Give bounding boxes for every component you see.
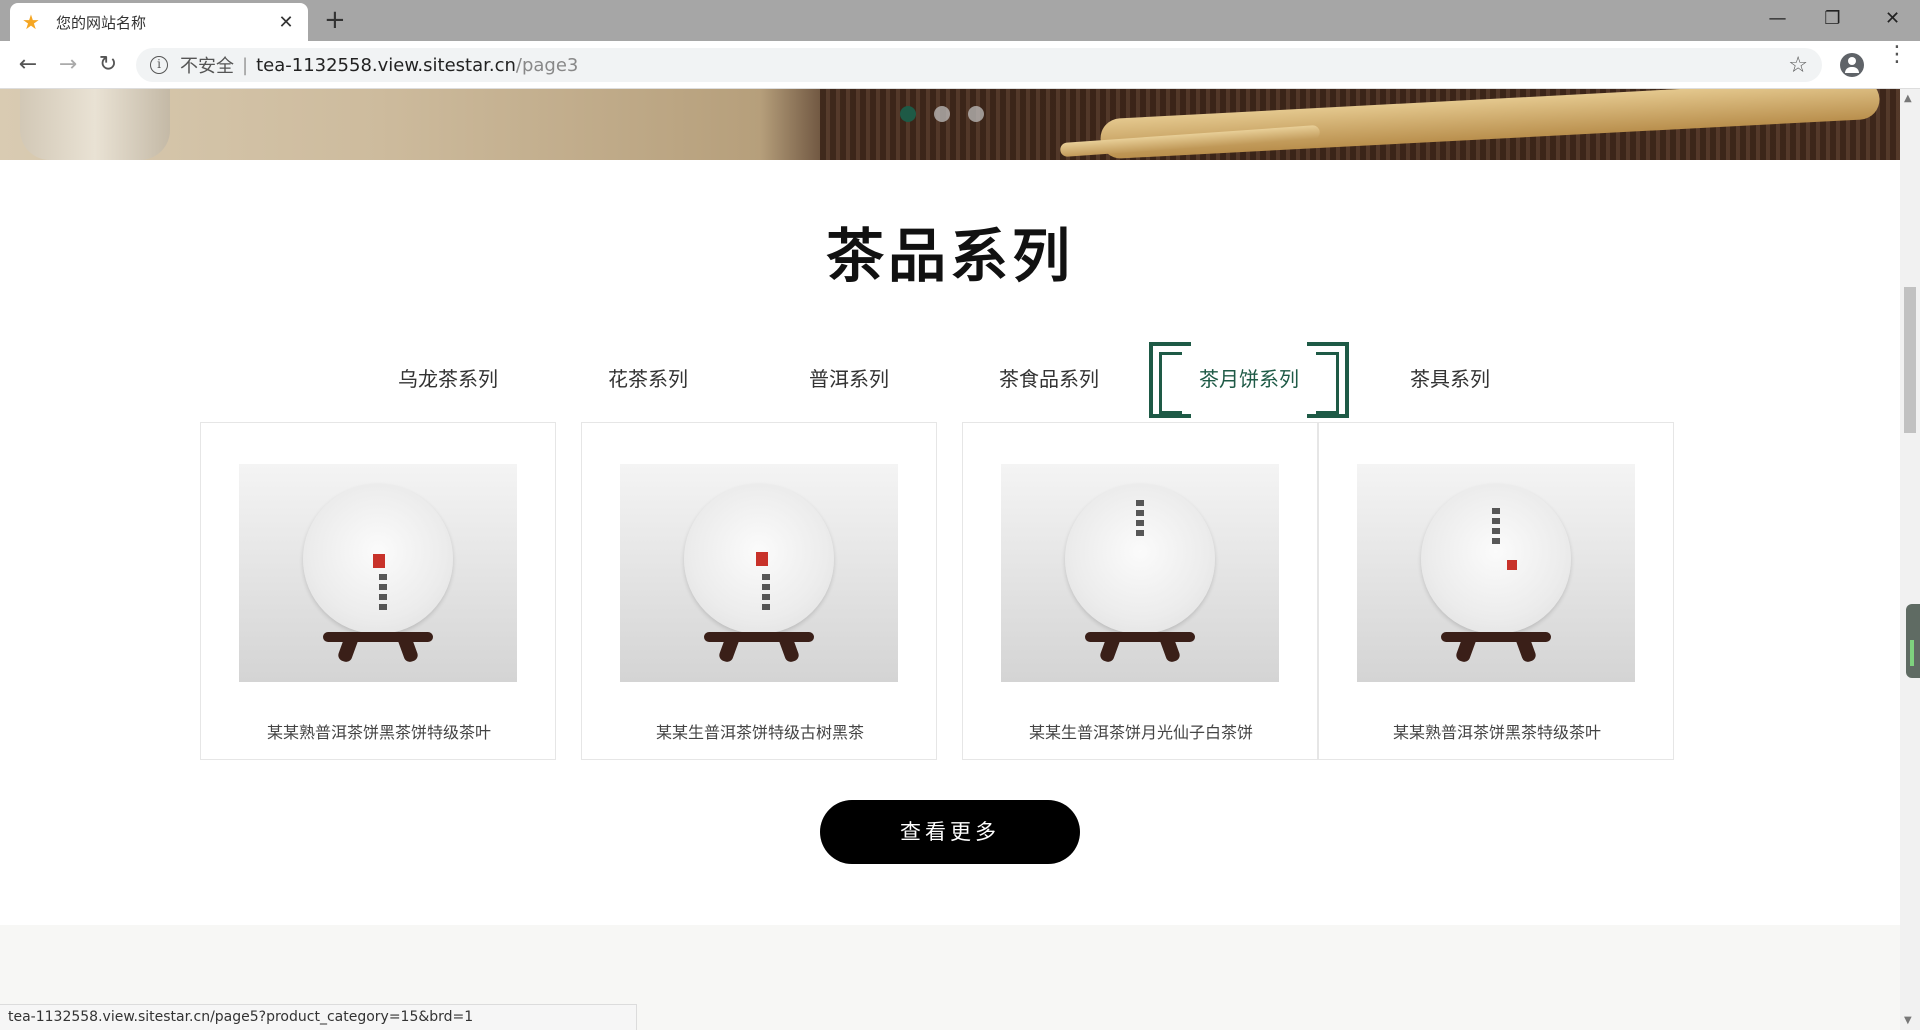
product-card[interactable]: 某某生普洱茶饼特级古树黑茶 [581, 422, 937, 760]
tea-cake-image [1421, 484, 1571, 634]
tab-flower-tea[interactable]: 花茶系列 [548, 339, 748, 419]
red-seal-icon [1507, 560, 1517, 570]
wooden-stand-image [323, 614, 433, 664]
tab-close-icon[interactable]: ✕ [276, 12, 296, 33]
new-tab-button[interactable]: + [324, 6, 346, 34]
browser-tab-strip: ★ 您的网站名称 ✕ + — ❐ ✕ [0, 0, 1920, 41]
profile-avatar-icon[interactable] [1840, 53, 1864, 77]
wooden-stand-image [704, 614, 814, 664]
reload-button[interactable]: ↻ [92, 49, 124, 81]
url-host: tea-1132558.view.sitestar.cn [256, 54, 516, 76]
restore-button[interactable]: ❐ [1805, 0, 1860, 41]
product-name[interactable]: 某某熟普洱茶饼黑茶饼特级茶叶 [201, 719, 557, 743]
lattice-frame-left-icon [1149, 342, 1191, 418]
calligraphy-label-icon [379, 574, 387, 614]
tea-cup-image [20, 89, 170, 160]
product-image[interactable] [239, 464, 517, 682]
minimize-button[interactable]: — [1750, 0, 1805, 41]
carousel-dots [900, 106, 984, 122]
browser-menu-icon[interactable]: ⋮ [1886, 44, 1908, 66]
tab-teaware[interactable]: 茶具系列 [1350, 339, 1550, 419]
product-image[interactable] [1357, 464, 1635, 682]
product-image[interactable] [620, 464, 898, 682]
product-name[interactable]: 某某生普洱茶饼月光仙子白茶饼 [963, 719, 1319, 743]
product-card[interactable]: 某某熟普洱茶饼黑茶饼特级茶叶 [200, 422, 556, 760]
back-button[interactable]: ← [12, 49, 44, 81]
tab-puer[interactable]: 普洱系列 [749, 339, 949, 419]
product-card[interactable]: 某某生普洱茶饼月光仙子白茶饼 [962, 422, 1318, 760]
forward-button[interactable]: → [52, 49, 84, 81]
tab-tea-mooncake[interactable]: 茶月饼系列 [1149, 339, 1349, 419]
browser-tab[interactable]: ★ 您的网站名称 ✕ [10, 3, 308, 41]
scroll-up-arrow-icon[interactable]: ▲ [1904, 93, 1912, 104]
carousel-dot-3[interactable] [968, 106, 984, 122]
bookmark-star-icon[interactable]: ☆ [1788, 53, 1808, 78]
calligraphy-label-icon [1136, 500, 1144, 540]
carousel-dot-2[interactable] [934, 106, 950, 122]
scrollbar-thumb[interactable] [1904, 287, 1916, 433]
tab-tea-mooncake-label: 茶月饼系列 [1199, 367, 1299, 391]
tab-oolong[interactable]: 乌龙茶系列 [348, 339, 548, 419]
window-close-button[interactable]: ✕ [1865, 0, 1920, 41]
security-label: 不安全 [180, 56, 234, 77]
favicon-star-icon: ★ [22, 10, 40, 34]
page-scrollbar[interactable]: ▲ ▼ [1900, 89, 1920, 1030]
product-name[interactable]: 某某生普洱茶饼特级古树黑茶 [582, 719, 938, 743]
site-info-icon[interactable]: i [150, 56, 168, 74]
view-more-button[interactable]: 查看更多 [820, 800, 1080, 864]
link-status-bar: tea-1132558.view.sitestar.cn/page5?produ… [0, 1004, 637, 1030]
red-seal-icon [756, 552, 768, 566]
lattice-frame-right-icon [1307, 342, 1349, 418]
product-card[interactable]: 某某熟普洱茶饼黑茶特级茶叶 [1318, 422, 1674, 760]
section-title: 茶品系列 [825, 222, 1074, 290]
browser-toolbar: ← → ↻ i 不安全 | tea-1132558.view.sitestar.… [0, 41, 1920, 89]
calligraphy-label-icon [762, 574, 770, 614]
address-separator: | [242, 54, 249, 76]
address-bar[interactable]: i 不安全 | tea-1132558.view.sitestar.cn/pag… [136, 48, 1822, 82]
product-image[interactable] [1001, 464, 1279, 682]
category-tabs: 乌龙茶系列 花茶系列 普洱系列 茶食品系列 茶月饼系列 茶具系列 [0, 339, 1900, 419]
product-grid: 某某熟普洱茶饼黑茶饼特级茶叶 某某生普洱茶饼特级古树黑茶 某某生普洱茶饼月光仙子… [200, 422, 1674, 760]
scroll-down-arrow-icon[interactable]: ▼ [1904, 1015, 1912, 1026]
product-name[interactable]: 某某熟普洱茶饼黑茶特级茶叶 [1319, 719, 1675, 743]
tab-title: 您的网站名称 [56, 13, 147, 32]
hero-banner [0, 89, 1900, 160]
wooden-stand-image [1441, 614, 1551, 664]
wooden-stand-image [1085, 614, 1195, 664]
carousel-dot-1[interactable] [900, 106, 916, 122]
url-path: /page3 [515, 54, 579, 76]
red-seal-icon [373, 554, 385, 568]
calligraphy-label-icon [1492, 508, 1500, 548]
page-viewport: 茶品系列 乌龙茶系列 花茶系列 普洱系列 茶食品系列 茶月饼系列 茶具系列 某某… [0, 89, 1900, 1030]
tab-tea-food[interactable]: 茶食品系列 [949, 339, 1149, 419]
floating-side-widget[interactable] [1906, 604, 1920, 678]
